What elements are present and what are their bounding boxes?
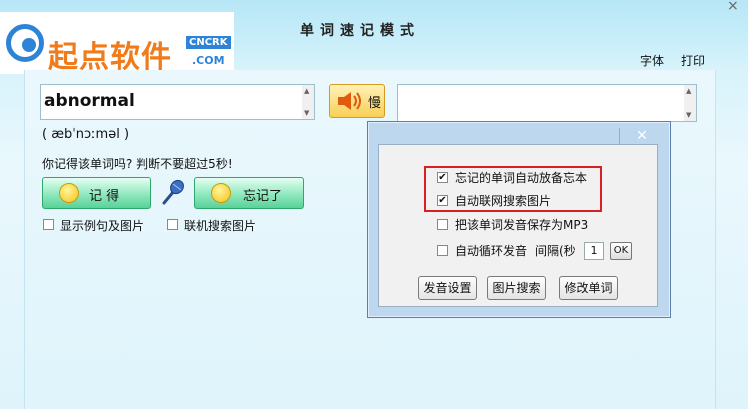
interval-ok-button[interactable]: OK [610, 242, 632, 260]
pronounce-button[interactable]: 慢 [329, 84, 385, 118]
voice-settings-button[interactable]: 发音设置 [418, 276, 477, 300]
word-text: abnormal [44, 91, 135, 111]
forgot-label: 忘记了 [243, 189, 283, 204]
scroll-down-icon[interactable]: ▼ [304, 109, 309, 117]
scroll-up-icon[interactable]: ▲ [304, 87, 309, 95]
slow-label: 慢 [368, 96, 382, 111]
auto-image-label: 自动联网搜索图片 [455, 194, 552, 208]
titlebar-separator [619, 128, 620, 144]
save-mp3-label: 把该单词发音保存为MP3 [455, 218, 589, 232]
window-close-button[interactable]: × [727, 0, 739, 14]
memo-label: 忘记的单词自动放备忘本 [455, 171, 588, 185]
logo-domain: .COM [192, 54, 225, 67]
smile-face-icon [59, 183, 79, 203]
remember-label: 记 得 [89, 189, 120, 204]
definition-field[interactable]: ▲ ▼ [397, 84, 697, 122]
speaker-icon [338, 92, 361, 110]
scroll-up-icon[interactable]: ▲ [686, 87, 691, 95]
interval-input[interactable]: 1 [584, 242, 604, 260]
watermark-logo: 起点软件 CNCRK .COM [0, 12, 234, 75]
options-dialog: ✕ ✔ 忘记的单词自动放备忘本 ✔ 自动联网搜索图片 把该单词发音保存为MP3 … [367, 121, 671, 318]
interval-label: 间隔(秒 [535, 244, 576, 258]
dialog-close-icon[interactable]: ✕ [624, 126, 660, 146]
online-images-label: 联机搜索图片 [184, 219, 257, 233]
show-examples-checkbox[interactable] [43, 219, 54, 230]
prompt-text: 你记得该单词吗? 判断不要超过5秒! [42, 157, 233, 171]
phonetic: ( æbˈnɔːməl ) [42, 127, 130, 142]
logo-badge: CNCRK [186, 36, 231, 49]
auto-image-checkbox[interactable]: ✔ [437, 195, 448, 206]
loop-checkbox[interactable] [437, 245, 448, 256]
window-title: 单词速记模式 [300, 23, 420, 39]
word-field[interactable]: abnormal ▲ ▼ [40, 84, 315, 120]
menu-print[interactable]: 打印 [681, 52, 705, 69]
forgot-button[interactable]: 忘记了 [194, 177, 304, 209]
save-mp3-checkbox[interactable] [437, 219, 448, 230]
scroll-down-icon[interactable]: ▼ [686, 111, 691, 119]
memo-checkbox[interactable]: ✔ [437, 172, 448, 183]
confused-face-icon [211, 183, 231, 203]
remember-button[interactable]: 记 得 [42, 177, 151, 209]
word-scrollbar[interactable]: ▲ ▼ [302, 85, 314, 119]
image-search-button[interactable]: 图片搜索 [487, 276, 546, 300]
loop-label: 自动循环发音 [455, 244, 528, 258]
edit-word-button[interactable]: 修改单词 [559, 276, 618, 300]
show-examples-label: 显示例句及图片 [60, 219, 145, 233]
dialog-body: ✔ 忘记的单词自动放备忘本 ✔ 自动联网搜索图片 把该单词发音保存为MP3 自动… [378, 144, 658, 307]
menu-font[interactable]: 字体 [640, 52, 664, 69]
microphone-icon[interactable] [160, 178, 186, 206]
online-images-checkbox[interactable] [167, 219, 178, 230]
logo-mark-icon [6, 24, 44, 62]
definition-scrollbar[interactable]: ▲ ▼ [684, 85, 696, 121]
